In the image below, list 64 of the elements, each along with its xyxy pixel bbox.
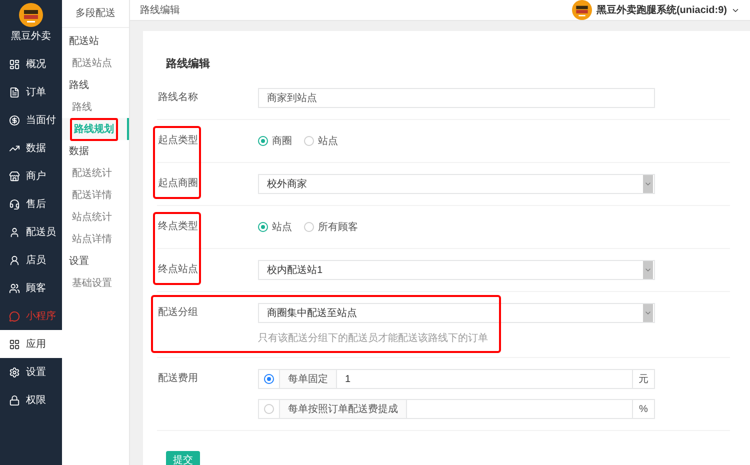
- sidebar-item[interactable]: 店员: [0, 246, 62, 274]
- sidebar-item[interactable]: 当面付: [0, 106, 62, 134]
- field-label: 配送分组: [157, 306, 199, 320]
- document-icon: [9, 86, 20, 98]
- input-field[interactable]: 商家到站点: [258, 88, 655, 108]
- brand-name: 黑豆外卖: [11, 30, 51, 44]
- subnav-group: 数据: [69, 144, 89, 158]
- subnav-item[interactable]: 路线: [70, 98, 94, 116]
- subnav-group: 设置: [69, 254, 89, 268]
- subnav-group: 路线: [69, 78, 89, 92]
- sidebar-item[interactable]: 数据: [0, 134, 62, 162]
- sidebar-item[interactable]: 顾客: [0, 274, 62, 302]
- subnav-item[interactable]: 站点统计: [70, 208, 114, 226]
- radio-button[interactable]: [258, 136, 268, 146]
- hint-text: 只有该配送分组下的配送员才能配送该路线下的订单: [258, 332, 489, 346]
- sidebar-item[interactable]: 售后: [0, 190, 62, 218]
- settings-icon: [9, 366, 20, 378]
- sidebar-item[interactable]: 权限: [0, 386, 62, 414]
- store-icon: [9, 170, 20, 182]
- dropdown-icon: [644, 309, 652, 317]
- radio-button[interactable]: [304, 222, 314, 232]
- dashboard-icon: [9, 58, 20, 70]
- dropdown-icon: [644, 180, 652, 188]
- dropdown-icon: [644, 266, 652, 274]
- subnav-item[interactable]: 配送详情: [70, 186, 114, 204]
- coin-icon: [9, 114, 20, 126]
- radio-label: 所有顾客: [318, 220, 358, 234]
- field-label: 终点类型: [157, 220, 199, 234]
- field-label: 起点商圈: [157, 176, 199, 191]
- sidebar-item[interactable]: 商户: [0, 162, 62, 190]
- sidebar-item[interactable]: 概况: [0, 50, 62, 78]
- sidebar-item[interactable]: 设置: [0, 358, 62, 386]
- form-title: 路线编辑: [166, 56, 210, 72]
- lock-icon: [9, 394, 20, 406]
- sidebar-item[interactable]: 应用: [0, 330, 62, 358]
- grid-icon: [9, 338, 20, 350]
- people-icon: [9, 282, 20, 294]
- subnav-item[interactable]: 配送统计: [70, 164, 114, 182]
- page-title: 路线编辑: [140, 4, 180, 18]
- account-menu[interactable]: 黑豆外卖跑腿系统(uniacid:9): [596, 2, 727, 18]
- sidebar-item[interactable]: 订单: [0, 78, 62, 106]
- field-label: 配送费用: [157, 372, 199, 386]
- chat-icon: [9, 310, 20, 322]
- radio-button[interactable]: [258, 222, 268, 232]
- person-icon: [9, 254, 20, 266]
- logo-icon: [19, 3, 43, 27]
- field-label: 起点类型: [157, 134, 199, 148]
- sidebar-item[interactable]: 配送员: [0, 218, 62, 246]
- subnav-title: 多段配送: [76, 7, 116, 21]
- radio-label: 商圈: [272, 134, 292, 148]
- field-label: 路线名称: [157, 90, 199, 105]
- field-label: 终点站点: [157, 262, 199, 277]
- subnav-item[interactable]: 基础设置: [70, 274, 114, 292]
- person-icon: [9, 226, 20, 238]
- radio-label: 站点: [318, 134, 338, 148]
- subnav-item[interactable]: 站点详情: [70, 230, 114, 248]
- subnav-group: 配送站: [69, 34, 99, 48]
- select-field[interactable]: 商圈集中配送至站点: [258, 303, 655, 323]
- subnav-item[interactable]: 配送站点: [70, 54, 114, 72]
- radio-label: 站点: [272, 220, 292, 234]
- select-field[interactable]: 校外商家: [258, 174, 655, 194]
- select-field[interactable]: 校内配送站1: [258, 260, 655, 280]
- headset-icon: [9, 198, 20, 210]
- radio-button[interactable]: [304, 136, 314, 146]
